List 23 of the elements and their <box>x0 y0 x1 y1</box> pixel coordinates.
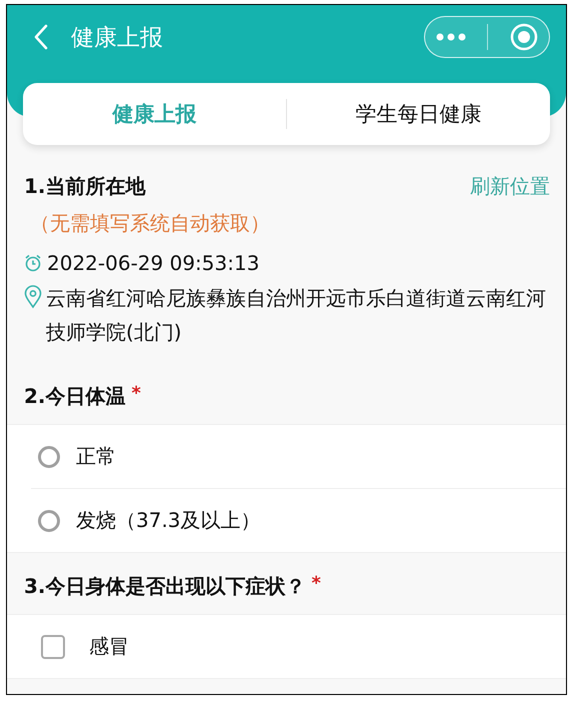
required-mark: * <box>132 383 141 404</box>
address-text: 云南省红河哈尼族彝族自治州开远市乐白道街道云南红河技师学院(北门) <box>46 285 547 346</box>
option-row[interactable]: 发烧（37.3及以上） <box>31 489 566 552</box>
radio-button[interactable] <box>38 446 60 468</box>
auto-fill-note: （无需填写系统自动获取） <box>30 210 271 237</box>
radio-button[interactable] <box>38 510 60 532</box>
checkbox[interactable] <box>41 634 65 658</box>
alarm-clock-icon <box>24 254 42 272</box>
option-label: 正常 <box>76 443 116 470</box>
question-title: 2.今日体温 <box>24 383 126 410</box>
option-row[interactable]: 正常 <box>31 425 566 489</box>
tab[interactable]: 学生每日健康 <box>287 83 550 145</box>
question-title: 3.今日身体是否出现以下症状？ <box>24 573 306 600</box>
question-title: 1.当前所在地 <box>24 173 146 200</box>
page-title: 健康上报 <box>71 24 164 52</box>
timestamp: 2022-06-29 09:53:13 <box>47 251 260 275</box>
option-label: 感冒 <box>89 633 129 660</box>
required-mark: * <box>312 573 321 594</box>
more-icon[interactable] <box>436 33 466 41</box>
close-icon[interactable] <box>510 23 538 51</box>
back-icon[interactable] <box>33 24 49 50</box>
location-pin-icon <box>24 285 42 309</box>
option-label: 发烧（37.3及以上） <box>76 507 261 534</box>
